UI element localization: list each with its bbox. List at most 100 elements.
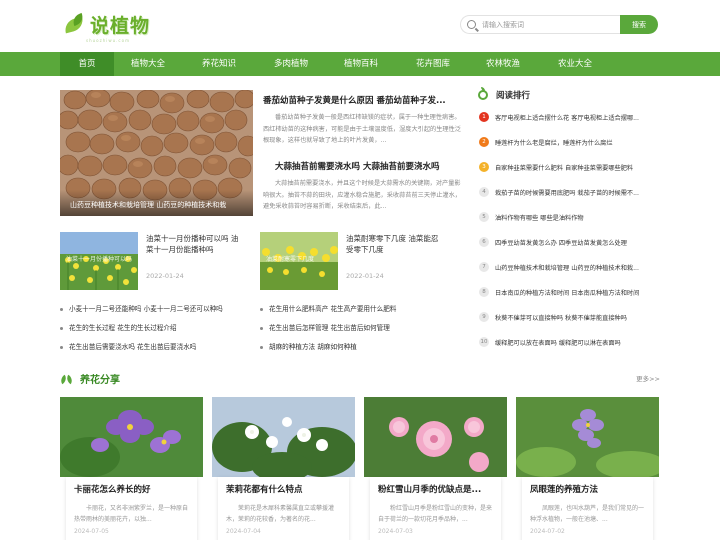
leaf-logo-icon <box>62 12 88 34</box>
card-title[interactable]: 粉红雪山月季的优缺点是... <box>378 483 493 495</box>
post-thumbnail[interactable]: 油菜十一月份播种可以吗 <box>60 232 138 290</box>
article-title[interactable]: 大蒜抽苔前需要浇水吗 大蒜抽苔前要浇水吗 <box>263 160 461 172</box>
logo-subtitle: shuozhiwu.com <box>86 38 130 43</box>
card-date: 2024-07-05 <box>74 528 109 535</box>
ranking-item-title[interactable]: 四季豆幼苗发黄怎么办 四季豆幼苗发黄怎么处理 <box>495 238 660 247</box>
card-image[interactable] <box>364 397 507 477</box>
card-body: 茉莉花都有什么特点 茉莉花是木犀科素馨属直立或攀援灌木，茉莉的花较香，为著名的花… <box>218 477 349 540</box>
ranking-item[interactable]: 10 缓释肥可以放在表面吗 缓释肥可以淋在表面吗 <box>479 336 660 348</box>
rank-number: 10 <box>479 337 489 347</box>
ranking-item-title[interactable]: 栽茄子苗的时候需要用底肥吗 栽茄子苗的时候需不... <box>495 188 660 197</box>
card-text: 粉红雪山月季是粉红雪山的变种，是来自于荷兰的一款切花月季品种，... <box>378 505 493 523</box>
rank-number: 3 <box>479 162 489 172</box>
hero-caption: 山药豆种植技术和栽培管理 山药豆的种植技术和栽 <box>60 190 253 216</box>
rank-number: 6 <box>479 237 489 247</box>
hero-image[interactable]: 山药豆种植技术和栽培管理 山药豆的种植技术和栽 <box>60 90 253 216</box>
card-body: 粉红雪山月季的优缺点是... 粉红雪山月季是粉红雪山的变种，是来自于荷兰的一款切… <box>370 477 501 540</box>
card-text: 茉莉花是木犀科素馨属直立或攀援灌木，茉莉的花较香，为著名的花... <box>226 505 335 523</box>
post-date: 2022-01-24 <box>346 272 384 280</box>
post-title[interactable]: 油菜十一月份播种可以吗 油菜十一月份能播种吗 <box>146 233 242 255</box>
nav-item-flower-care[interactable]: 养花知识 <box>184 52 254 76</box>
ranking-item[interactable]: 2 睡莲杆为什么老是腐烂，睡莲杆为什么腐烂 <box>479 136 660 148</box>
article-link[interactable]: 花生出苗后需要浇水吗 花生出苗后要浇水吗 <box>60 341 196 351</box>
more-link[interactable]: 更多>> <box>636 373 660 383</box>
thumb-caption: 油菜耐寒零下几度 <box>266 256 315 263</box>
card-date: 2024-07-03 <box>378 528 413 535</box>
post-title[interactable]: 油菜耐寒零下几度 油菜能忍受零下几度 <box>346 233 442 255</box>
article-title[interactable]: 番茄幼苗种子发黄是什么原因 番茄幼苗种子发... <box>263 94 461 106</box>
ranking-item-title[interactable]: 山药豆种植技术和栽培管理 山药豆的种植技术和栽... <box>495 263 660 272</box>
nav-item-home[interactable]: 首页 <box>60 52 114 76</box>
share-card[interactable]: 粉红雪山月季的优缺点是... 粉红雪山月季是粉红雪山的变种，是来自于荷兰的一款切… <box>364 397 507 540</box>
rank-number: 1 <box>479 112 489 122</box>
leaf-icon <box>60 374 74 384</box>
article-excerpt: 番茄幼苗种子发黄一般是西红柿缺镁的症状，属于一种生理性病害。西红柿幼苗的这种病害… <box>263 114 461 144</box>
ranking-header: 阅读排行 <box>478 87 531 101</box>
article-link[interactable]: 胡麻的种植方法 胡麻如何种植 <box>260 341 357 351</box>
ranking-item-title[interactable]: 缓释肥可以放在表面吗 缓释肥可以淋在表面吗 <box>495 338 660 347</box>
ranking-item-title[interactable]: 客厅电视柜上适合摆什么花 客厅电视柜上适合摆哪... <box>495 113 660 122</box>
card-body: 卡丽花怎么养长的好 卡丽花，又名非洲紫罗兰，是一种原自热带雨林的美丽花卉，以独.… <box>66 477 197 540</box>
rank-number: 2 <box>479 137 489 147</box>
thumb-caption: 油菜十一月份播种可以吗 <box>66 256 133 263</box>
ranking-item[interactable]: 6 四季豆幼苗发黄怎么办 四季豆幼苗发黄怎么处理 <box>479 236 660 248</box>
nav-item-encyclopedia[interactable]: 植物百科 <box>326 52 396 76</box>
card-title[interactable]: 凤眼莲的养殖方法 <box>530 483 645 495</box>
card-image[interactable] <box>516 397 659 477</box>
card-title[interactable]: 茉莉花都有什么特点 <box>226 483 341 495</box>
search-button[interactable]: 搜索 <box>620 15 658 34</box>
logo-text: 说植物 <box>90 14 151 37</box>
ranking-item-title[interactable]: 日本南瓜的种植方法和时间 日本南瓜种植方法和时间 <box>495 288 660 297</box>
article-link[interactable]: 小麦十一月二号还能种吗 小麦十一月二号还可以种吗 <box>60 303 223 313</box>
ranking-item[interactable]: 5 油料作物有哪些 哪些是油料作物 <box>479 211 660 223</box>
share-card[interactable]: 茉莉花都有什么特点 茉莉花是木犀科素馨属直立或攀援灌木，茉莉的花较香，为著名的花… <box>212 397 355 540</box>
article-link[interactable]: 花生的生长过程 花生的生长过程介绍 <box>60 322 177 332</box>
site-logo[interactable]: 说植物 <box>62 10 150 38</box>
ranking-item[interactable]: 3 自家种韭菜需要什么肥料 自家种韭菜需要哪些肥料 <box>479 161 660 173</box>
ranking-item[interactable]: 7 山药豆种植技术和栽培管理 山药豆的种植技术和栽... <box>479 261 660 273</box>
card-text: 卡丽花，又名非洲紫罗兰，是一种原自热带雨林的美丽花卉，以独... <box>74 505 189 523</box>
ranking-item[interactable]: 4 栽茄子苗的时候需要用底肥吗 栽茄子苗的时候需不... <box>479 186 660 198</box>
article-excerpt: 大蒜抽苔前需要浇水，并且这个时候是大蒜需水的关键期，对产量影响很大。抽苔不蒜的田… <box>263 180 461 210</box>
card-image[interactable] <box>212 397 355 477</box>
card-text: 凤眼莲，也叫水葫芦，是我们常见的一种浮水植物，一般在池塘、... <box>530 505 645 523</box>
nav-item-succulents[interactable]: 多肉植物 <box>256 52 326 76</box>
ranking-item[interactable]: 1 客厅电视柜上适合摆什么花 客厅电视柜上适合摆哪... <box>479 111 660 123</box>
ranking-title: 阅读排行 <box>496 91 531 101</box>
main-nav: 首页 植物大全 养花知识 多肉植物 植物百科 花卉图库 农林牧渔 农业大全 <box>0 52 720 76</box>
nav-item-gallery[interactable]: 花卉图库 <box>398 52 468 76</box>
ranking-item-title[interactable]: 睡莲杆为什么老是腐烂，睡莲杆为什么腐烂 <box>495 138 660 147</box>
rank-number: 9 <box>479 312 489 322</box>
share-section-title: 养花分享 <box>80 375 120 386</box>
post-thumbnail[interactable]: 油菜耐寒零下几度 <box>260 232 338 290</box>
article-link[interactable]: 花生用什么肥料高产 花生高产要用什么肥料 <box>260 303 396 313</box>
rank-number: 8 <box>479 287 489 297</box>
share-card[interactable]: 凤眼莲的养殖方法 凤眼莲，也叫水葫芦，是我们常见的一种浮水植物，一般在池塘、..… <box>516 397 659 540</box>
article-link[interactable]: 花生出苗后怎样管理 花生出苗后如何管理 <box>260 322 390 332</box>
search-icon <box>467 20 476 29</box>
post-date: 2022-01-24 <box>146 272 184 280</box>
card-body: 凤眼莲的养殖方法 凤眼莲，也叫水葫芦，是我们常见的一种浮水植物，一般在池塘、..… <box>522 477 653 540</box>
card-image[interactable] <box>60 397 203 477</box>
search-input[interactable] <box>482 20 610 29</box>
featured-article[interactable]: 番茄幼苗种子发黄是什么原因 番茄幼苗种子发... 番茄幼苗种子发黄一般是西红柿缺… <box>263 94 461 147</box>
nav-item-plants[interactable]: 植物大全 <box>114 52 182 76</box>
sprout-icon <box>478 87 488 100</box>
share-card[interactable]: 卡丽花怎么养长的好 卡丽花，又名非洲紫罗兰，是一种原自热带雨林的美丽花卉，以独.… <box>60 397 203 540</box>
ranking-item-title[interactable]: 秋葵不催芽可以直接种吗 秋葵不催芽能直接种吗 <box>495 313 660 322</box>
card-date: 2024-07-02 <box>530 528 565 535</box>
ranking-item-title[interactable]: 油料作物有哪些 哪些是油料作物 <box>495 213 660 222</box>
card-date: 2024-07-04 <box>226 528 261 535</box>
search-box <box>460 15 620 34</box>
ranking-item-title[interactable]: 自家种韭菜需要什么肥料 自家种韭菜需要哪些肥料 <box>495 163 660 172</box>
site-header: 说植物 shuozhiwu.com 搜索 <box>0 0 720 52</box>
rank-number: 5 <box>479 212 489 222</box>
share-section-header: 养花分享 更多>> <box>60 371 660 386</box>
featured-article[interactable]: 大蒜抽苔前需要浇水吗 大蒜抽苔前要浇水吗 大蒜抽苔前需要浇水，并且这个时候是大蒜… <box>263 160 461 213</box>
card-title[interactable]: 卡丽花怎么养长的好 <box>74 483 189 495</box>
rank-number: 4 <box>479 187 489 197</box>
ranking-item[interactable]: 9 秋葵不催芽可以直接种吗 秋葵不催芽能直接种吗 <box>479 311 660 323</box>
nav-item-farming[interactable]: 农业大全 <box>540 52 610 76</box>
nav-item-agriculture[interactable]: 农林牧渔 <box>468 52 538 76</box>
ranking-item[interactable]: 8 日本南瓜的种植方法和时间 日本南瓜种植方法和时间 <box>479 286 660 298</box>
